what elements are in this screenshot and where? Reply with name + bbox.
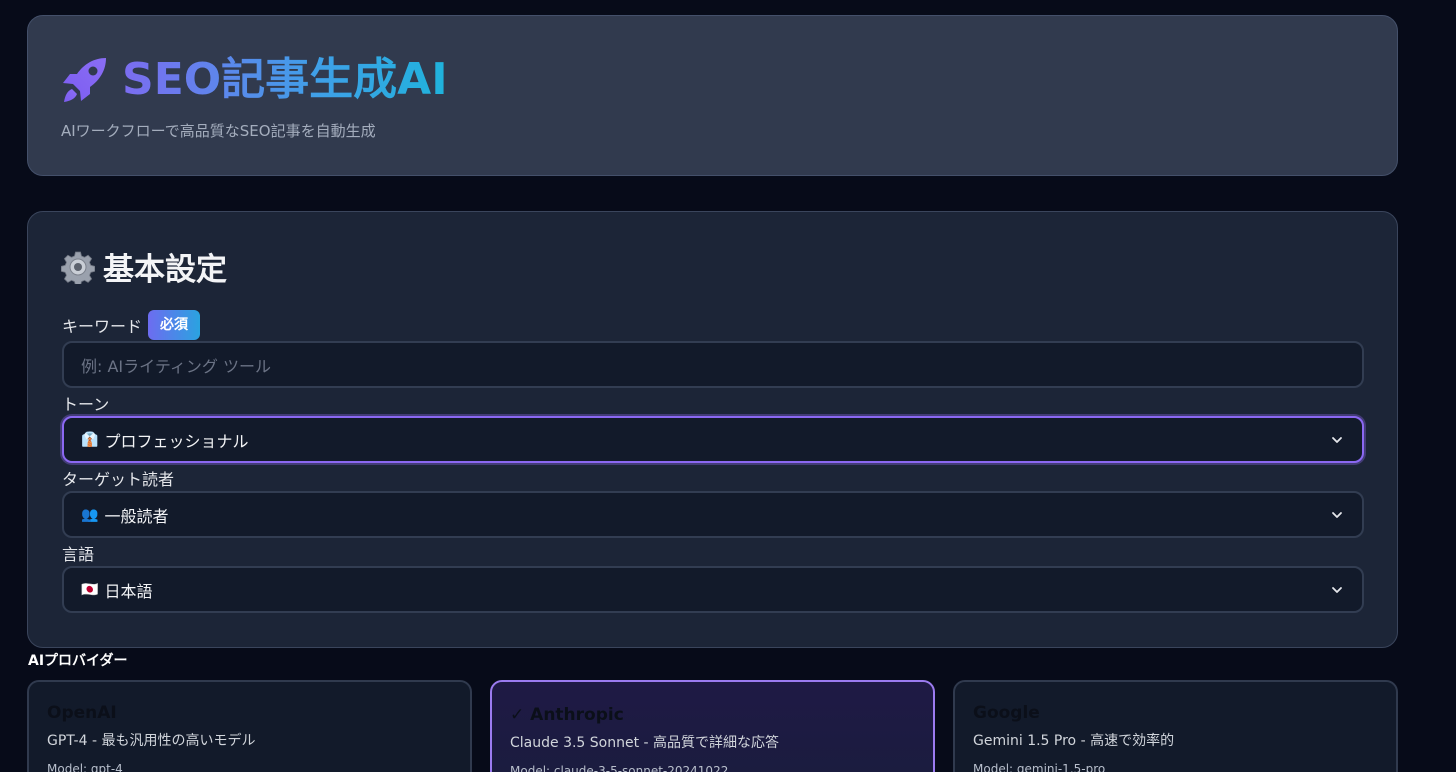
settings-title: 基本設定 bbox=[61, 244, 227, 289]
provider-card-google[interactable]: Google Gemini 1.5 Pro - 高速で効率的 Model: ge… bbox=[953, 680, 1398, 772]
tone-label: トーン bbox=[62, 395, 110, 414]
rocket-icon bbox=[63, 58, 106, 102]
provider-name: Google bbox=[973, 703, 1040, 723]
audience-select[interactable]: 👥 一般読者 bbox=[62, 491, 1364, 538]
audience-label: ターゲット読者 bbox=[62, 470, 175, 489]
app-subtitle: AIワークフローで高品質なSEO記事を自動生成 bbox=[61, 122, 376, 140]
app-title: SEO記事生成AI bbox=[122, 54, 448, 105]
provider-name: OpenAI bbox=[47, 703, 117, 723]
chevron-down-icon bbox=[1332, 437, 1342, 443]
chevron-down-icon bbox=[1332, 512, 1342, 518]
tone-selected-value: プロフェッショナル bbox=[104, 431, 249, 451]
settings-card: 基本設定 キーワード 必須 例: AIライティング ツール トーン 👔 プロフェ… bbox=[27, 211, 1398, 648]
keyword-input[interactable]: 例: AIライティング ツール bbox=[62, 341, 1364, 388]
provider-model: Model: gpt-4 bbox=[47, 762, 123, 772]
audience-selected-value: 一般読者 bbox=[104, 506, 169, 526]
keyword-placeholder: 例: AIライティング ツール bbox=[81, 356, 271, 376]
page: SEO記事生成AI AIワークフローで高品質なSEO記事を自動生成 基本設定 キ… bbox=[0, 0, 1456, 772]
provider-section-label: AIプロバイダー bbox=[28, 653, 128, 669]
provider-name: ✓ Anthropic bbox=[510, 705, 624, 725]
people-icon: 👥 bbox=[81, 506, 99, 523]
provider-description: GPT-4 - 最も汎用性の高いモデル bbox=[47, 733, 256, 749]
tone-select[interactable]: 👔 プロフェッショナル bbox=[62, 416, 1364, 463]
language-label: 言語 bbox=[62, 545, 95, 564]
provider-model: Model: claude-3-5-sonnet-20241022 bbox=[510, 764, 729, 772]
keyword-label-text: キーワード bbox=[62, 317, 143, 336]
provider-description: Gemini 1.5 Pro - 高速で効率的 bbox=[973, 733, 1175, 749]
language-selected-value: 日本語 bbox=[104, 581, 153, 601]
settings-title-text: 基本設定 bbox=[103, 252, 227, 288]
required-badge: 必須 bbox=[148, 310, 201, 340]
header-card: SEO記事生成AI AIワークフローで高品質なSEO記事を自動生成 bbox=[27, 15, 1398, 176]
provider-card-openai[interactable]: OpenAI GPT-4 - 最も汎用性の高いモデル Model: gpt-4 bbox=[27, 680, 472, 772]
provider-card-anthropic[interactable]: ✓ Anthropic Claude 3.5 Sonnet - 高品質で詳細な応… bbox=[490, 680, 935, 772]
language-select[interactable]: 🇯🇵 日本語 bbox=[62, 566, 1364, 613]
japan-flag-icon: 🇯🇵 bbox=[81, 581, 99, 598]
keyword-label: キーワード 必須 bbox=[62, 310, 201, 340]
provider-description: Claude 3.5 Sonnet - 高品質で詳細な応答 bbox=[510, 735, 780, 751]
gear-icon bbox=[61, 251, 95, 284]
necktie-icon: 👔 bbox=[81, 431, 99, 448]
chevron-down-icon bbox=[1332, 587, 1342, 593]
title-row: SEO記事生成AI bbox=[60, 54, 448, 106]
provider-model: Model: gemini-1.5-pro bbox=[973, 762, 1106, 772]
